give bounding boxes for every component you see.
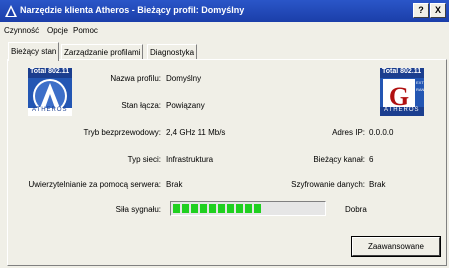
help-button[interactable]: ? (413, 3, 429, 18)
right-logo-badge: Total 802.11 (382, 68, 422, 75)
menu-options[interactable]: Opcje (47, 26, 68, 35)
ip-address-label: Adres IP: (332, 128, 365, 137)
wireless-mode-label: Tryb bezprzewodowy: (83, 128, 161, 137)
tab-diagnostics[interactable]: Diagnostyka (147, 44, 198, 60)
profile-name-value: Domyślny (166, 74, 202, 83)
signal-strength-fill (173, 204, 263, 213)
signal-strength-bar (170, 201, 326, 216)
profile-name-label: Nazwa profilu: (110, 74, 161, 83)
link-state-label: Stan łącza: (121, 101, 161, 110)
close-button[interactable]: X (430, 3, 446, 18)
right-logo-side-text: EXTENDED RANGE (416, 80, 424, 92)
advanced-button[interactable]: Zaawansowane (351, 236, 441, 257)
link-state-value: Powiązany (166, 101, 205, 110)
menu-help[interactable]: Pomoc (73, 26, 98, 35)
current-channel-value: 6 (369, 155, 374, 164)
status-panel: Total 802.11 ATHEROS G Total 802.11 ATHE… (7, 59, 447, 266)
title-bar[interactable]: Narzędzie klienta Atheros - Bieżący prof… (0, 0, 449, 22)
left-logo-brand: ATHEROS (32, 107, 68, 113)
network-type-value: Infrastruktura (166, 155, 214, 164)
tab-profile-management[interactable]: Zarządzanie profilami (61, 44, 144, 60)
atheros-client-window: Narzędzie klienta Atheros - Bieżący prof… (0, 0, 449, 268)
menu-action[interactable]: Czynność (4, 26, 39, 35)
right-logo-brand: ATHEROS (384, 107, 420, 113)
tab-strip: Bieżący stan Zarządzanie profilami Diagn… (0, 42, 449, 61)
total-80211-logo: Total 802.11 ATHEROS (28, 68, 72, 116)
data-encryption-label: Szyfrowanie danych: (291, 180, 365, 189)
ip-address-value: 0.0.0.0 (369, 128, 394, 137)
current-channel-label: Bieżący kanał: (313, 155, 365, 164)
signal-strength-label: Siła sygnału: (115, 205, 161, 214)
atheros-app-icon (5, 5, 17, 17)
server-auth-label: Uwierzytelnianie za pomocą serwera: (28, 180, 162, 189)
signal-quality-value: Dobra (345, 205, 367, 214)
menu-bar: Czynność Opcje Pomoc (0, 22, 449, 40)
data-encryption-value: Brak (369, 180, 386, 189)
extended-range-logo: G Total 802.11 ATHEROS EXTENDED RANGE (380, 68, 424, 116)
server-auth-value: Brak (166, 180, 183, 189)
tab-current-status[interactable]: Bieżący stan (8, 42, 60, 61)
network-type-label: Typ sieci: (127, 155, 161, 164)
wireless-mode-value: 2,4 GHz 11 Mb/s (166, 128, 226, 137)
left-logo-badge: Total 802.11 (30, 68, 70, 75)
window-title: Narzędzie klienta Atheros - Bieżący prof… (20, 5, 245, 15)
